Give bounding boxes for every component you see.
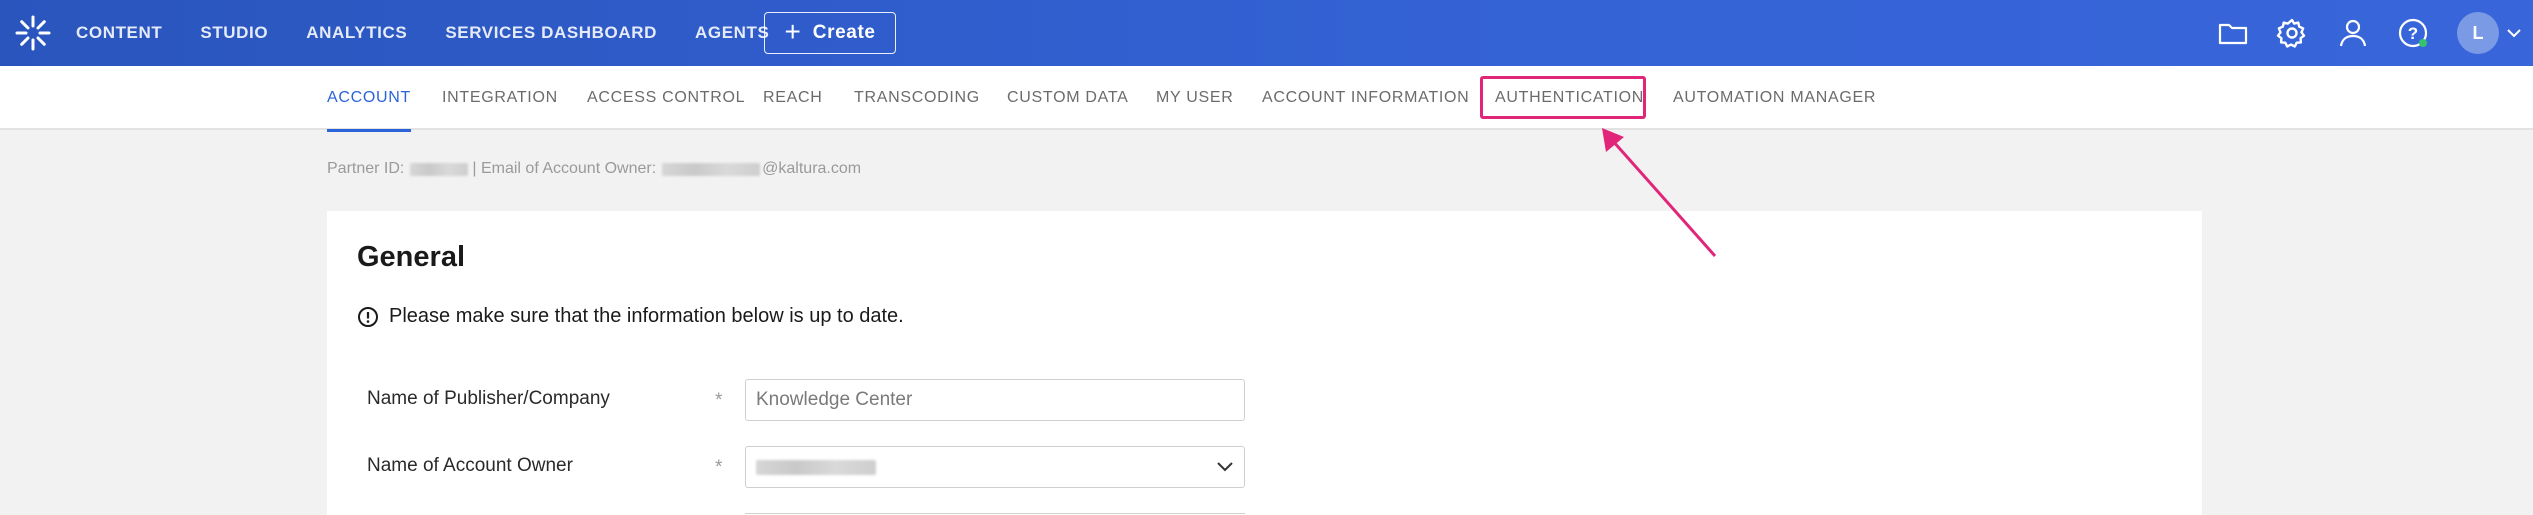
notice-text: Please make sure that the information be… xyxy=(389,305,904,327)
tab-my-user[interactable]: MY USER xyxy=(1156,66,1234,130)
section-title: General xyxy=(357,241,465,273)
email-redacted xyxy=(662,162,761,176)
gear-icon[interactable] xyxy=(2276,17,2308,49)
partner-id-value-redacted xyxy=(410,162,469,176)
info-alert-icon xyxy=(358,306,378,327)
chevron-down-icon[interactable] xyxy=(2505,26,2523,40)
publisher-company-label: Name of Publisher/Company xyxy=(367,388,610,409)
nav-content[interactable]: CONTENT xyxy=(76,23,162,43)
main-menu: CONTENT STUDIO ANALYTICS SERVICES DASHBO… xyxy=(76,0,807,66)
folder-icon[interactable] xyxy=(2217,17,2249,49)
arrow-head xyxy=(1602,128,1624,152)
nav-agents[interactable]: AGENTS xyxy=(695,23,769,43)
tab-automation-manager[interactable]: AUTOMATION MANAGER xyxy=(1673,66,1876,130)
top-navigation-bar: CONTENT STUDIO ANALYTICS SERVICES DASHBO… xyxy=(0,0,2533,66)
nav-analytics[interactable]: ANALYTICS xyxy=(306,23,407,43)
account-owner-select[interactable] xyxy=(745,446,1245,488)
avatar-initial: L xyxy=(2472,22,2484,43)
publisher-company-input[interactable] xyxy=(745,379,1245,421)
help-icon[interactable]: ? xyxy=(2397,17,2429,49)
nav-services-dashboard[interactable]: SERVICES DASHBOARD xyxy=(445,23,657,43)
create-button[interactable]: + Create xyxy=(764,12,896,54)
tab-transcoding[interactable]: TRANSCODING xyxy=(854,66,980,130)
settings-tabs: ACCOUNT INTEGRATION ACCESS CONTROL REACH… xyxy=(0,66,2533,132)
online-status-dot xyxy=(2419,39,2427,47)
tab-authentication[interactable]: AUTHENTICATION xyxy=(1495,66,1644,130)
tab-custom-data[interactable]: CUSTOM DATA xyxy=(1007,66,1128,130)
update-notice: Please make sure that the information be… xyxy=(357,305,904,328)
required-mark: * xyxy=(715,390,723,411)
tab-account[interactable]: ACCOUNT xyxy=(327,66,412,132)
account-owner-label: Name of Account Owner xyxy=(367,455,573,476)
required-mark: * xyxy=(715,457,723,478)
email-suffix: @kaltura.com xyxy=(762,160,862,177)
plus-icon: + xyxy=(784,15,801,47)
user-icon[interactable] xyxy=(2337,17,2369,49)
nav-studio[interactable]: STUDIO xyxy=(200,23,268,43)
tab-reach[interactable]: REACH xyxy=(763,66,823,130)
email-owner-label: | Email of Account Owner: xyxy=(472,160,657,177)
partner-info: Partner ID: | Email of Account Owner: @k… xyxy=(327,160,861,178)
tab-access-control[interactable]: ACCESS CONTROL xyxy=(587,66,745,130)
chevron-down-icon xyxy=(1217,462,1233,472)
partner-id-label: Partner ID: xyxy=(327,160,405,177)
account-owner-value-redacted xyxy=(756,459,876,475)
svg-text:?: ? xyxy=(2408,24,2418,43)
avatar[interactable]: L xyxy=(2457,12,2499,54)
create-button-label: Create xyxy=(812,22,876,43)
kaltura-logo-icon[interactable] xyxy=(14,14,52,52)
tab-account-information[interactable]: ACCOUNT INFORMATION xyxy=(1262,66,1469,130)
general-card: General Please make sure that the inform… xyxy=(327,211,2202,515)
tab-integration[interactable]: INTEGRATION xyxy=(442,66,558,130)
